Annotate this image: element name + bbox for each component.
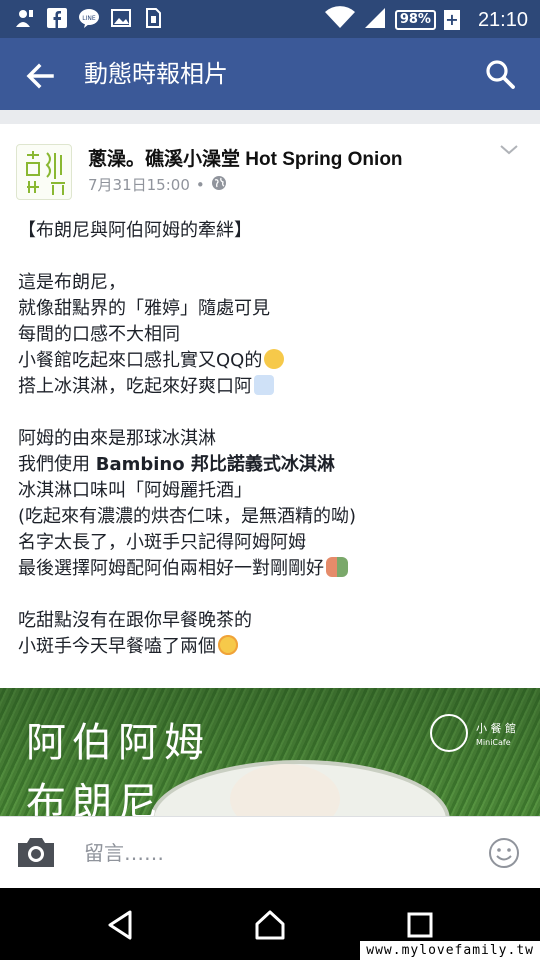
recent-apps-icon[interactable] xyxy=(403,908,437,942)
post-line: 小斑手今天早餐嗑了兩個 xyxy=(18,634,528,660)
post-line: 每間的口感不大相同 xyxy=(18,324,180,345)
comment-bar: 留言…… xyxy=(0,816,540,888)
post-line: 小餐館吃起來口感扎實又QQ的 xyxy=(18,348,528,374)
camera-icon[interactable] xyxy=(16,835,56,869)
signal-icon xyxy=(363,6,387,34)
post-line: 吃甜點沒有在跟你早餐晚茶的 xyxy=(18,610,252,631)
system-nav-bar: www.mylovefamily.tw xyxy=(0,888,540,960)
smiley-icon[interactable] xyxy=(488,837,520,869)
post-photo[interactable]: 阿伯阿姆 布朗尼 小 餐 館 MiniCafe xyxy=(0,688,540,816)
post-line: 搭上冰淇淋，吃起來好爽口阿 xyxy=(18,374,528,400)
thumbs-up-emoji-icon xyxy=(254,375,274,395)
brand-cn: 小 餐 館 xyxy=(476,722,516,735)
battery-indicator: 98% xyxy=(394,10,436,30)
app-bar: 動態時報相片 xyxy=(0,38,540,110)
sim-icon xyxy=(142,7,164,29)
comment-input[interactable]: 留言…… xyxy=(84,831,464,875)
back-triangle-icon[interactable] xyxy=(104,908,138,942)
wifi-icon xyxy=(324,6,355,34)
clock: 21:10 xyxy=(477,8,528,31)
post-line: 【布朗尼與阿伯阿姆的牽絆】 xyxy=(18,220,252,241)
charging-icon: + xyxy=(443,10,460,30)
post-line: 我們使用 Bambino 邦比諾義式冰淇淋 xyxy=(18,454,335,475)
post-line: 冰淇淋口味叫「阿姆麗托酒」 xyxy=(18,480,252,501)
photo-caption-line2: 布朗尼 xyxy=(26,780,164,816)
post-meta: 7月31日15:00 • xyxy=(88,174,227,195)
image-icon xyxy=(110,7,132,29)
page-title: 動態時報相片 xyxy=(84,60,228,88)
search-icon[interactable] xyxy=(482,56,518,92)
page-name[interactable]: 蔥澡。礁溪小澡堂 Hot Spring Onion xyxy=(88,144,403,171)
post-timestamp[interactable]: 7月31日15:00 xyxy=(88,174,190,195)
flushed-emoji-icon xyxy=(218,635,238,655)
page-avatar-logo[interactable] xyxy=(16,144,72,200)
chevron-down-icon[interactable] xyxy=(498,142,520,158)
bold-brand-text: Bambino 邦比諾義式冰淇淋 xyxy=(95,454,335,475)
globe-icon xyxy=(211,175,227,195)
meta-separator: • xyxy=(195,175,205,194)
photo-brand-logo: 小 餐 館 MiniCafe xyxy=(430,710,520,790)
home-icon[interactable] xyxy=(253,908,287,942)
watermark: www.mylovefamily.tw xyxy=(360,941,540,960)
bowl-logo-icon xyxy=(430,714,468,752)
brand-en: MiniCafe xyxy=(476,738,511,747)
post-line: 最後選擇阿姆配阿伯兩相好一對剛剛好 xyxy=(18,556,528,582)
back-arrow-icon[interactable] xyxy=(22,58,58,94)
post-text: 【布朗尼與阿伯阿姆的牽絆】 這是布朗尼， 就像甜點界的「雅婷」隨處可見 每間的口… xyxy=(18,218,528,660)
post-line: 阿姆的由來是那球冰淇淋 xyxy=(18,428,216,449)
photo-caption-line1: 阿伯阿姆 xyxy=(26,720,210,766)
post-line: 這是布朗尼， xyxy=(18,272,126,293)
svg-text:LINE: LINE xyxy=(82,15,96,22)
post-line: 就像甜點界的「雅婷」隨處可見 xyxy=(18,298,270,319)
relieved-emoji-icon xyxy=(264,349,285,369)
post-line: (吃起來有濃濃的烘杏仁味，是無酒精的呦) xyxy=(18,506,357,527)
couple-emoji-icon xyxy=(326,557,348,577)
status-bar: LINE 98% + 21:10 xyxy=(0,0,540,38)
post-line: 名字太長了，小斑手只記得阿姆阿姆 xyxy=(18,532,306,553)
post-card: 蔥澡。礁溪小澡堂 Hot Spring Onion 7月31日15:00 • 【… xyxy=(0,124,540,816)
line-icon: LINE xyxy=(78,7,100,29)
facebook-icon xyxy=(46,7,68,29)
notification-person-icon xyxy=(14,7,36,29)
